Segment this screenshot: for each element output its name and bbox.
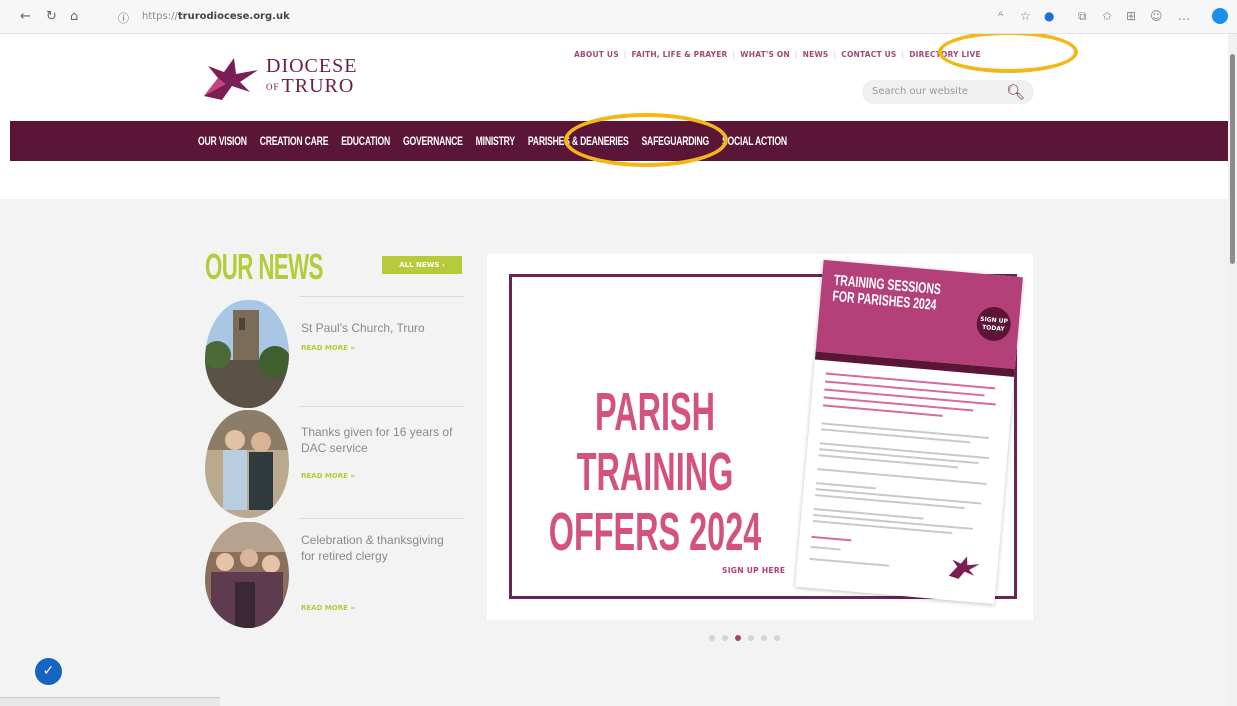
read-aloud-icon[interactable]: ᴬ [998,9,1003,23]
nav-creation-care[interactable]: CREATION CARE [260,134,329,148]
nav-social-action[interactable]: SOCIAL ACTION [722,134,787,148]
carousel-dot[interactable] [748,635,754,641]
nav-our-vision[interactable]: OUR VISION [198,134,247,148]
back-icon[interactable]: ← [20,9,31,24]
divider: | [901,50,905,59]
flyer-line [824,380,985,397]
carousel-dot-active[interactable] [735,635,741,641]
more-icon[interactable]: … [1178,9,1190,23]
flyer-line [810,545,841,551]
news-item[interactable]: Celebration & thanksgiving for retired c… [205,522,465,634]
bird-logo-icon [204,58,258,100]
all-news-label: ALL NEWS [399,261,440,269]
logo-text: DIOCESE OF TRURO [266,56,357,97]
divider: | [623,50,627,59]
divider [299,518,464,519]
top-link-whats-on[interactable]: WHAT'S ON [740,50,790,59]
flyer-header: TRAINING SESSIONS FOR PARISHES 2024 SIGN… [815,259,1023,369]
sign-up-link[interactable]: SIGN UP HERE [722,566,785,575]
favorites-bar-icon[interactable]: ✩ [1102,9,1112,23]
copilot-icon[interactable] [1212,8,1228,24]
profile-icon[interactable]: ☺ [1150,9,1163,23]
news-thumbnail[interactable] [205,300,289,408]
collections-icon[interactable]: ⊞ [1126,9,1136,23]
divider: | [732,50,736,59]
scroll-thumb[interactable] [1230,54,1235,264]
carousel-dots [709,635,787,641]
top-link-contact[interactable]: CONTACT US [841,50,896,59]
reload-icon[interactable]: ↻ [46,9,57,24]
flyer-line [824,388,996,406]
flyer-logo-icon [948,556,980,579]
logo-line-1: DIOCESE [266,55,358,77]
banner-headline: PARISH TRAINING OFFERS 2024 [517,382,793,562]
split-screen-icon[interactable]: ⧉ [1078,9,1087,24]
banner-headline-line-2: OFFERS 2024 [548,502,762,562]
status-bar [0,697,220,706]
page-scrollbar[interactable] [1228,34,1237,706]
diocese-logo[interactable]: DIOCESE OF TRURO [200,50,370,110]
carousel-dot[interactable] [709,635,715,641]
nav-governance[interactable]: GOVERNANCE [403,134,463,148]
news-headline[interactable]: St Paul's Church, Truro [301,320,471,336]
people-photo-icon [205,410,289,518]
group-photo-icon [205,522,289,628]
flyer-line [811,535,852,542]
site-info-icon[interactable]: ⓘ [118,10,129,26]
carousel-dot[interactable] [722,635,728,641]
search-icon[interactable]: 🔍︎ [1006,83,1025,101]
search-box[interactable]: Search our website 🔍︎ [862,80,1034,104]
carousel-dot[interactable] [761,635,767,641]
banner-headline-line-1: PARISH TRAINING [576,382,734,502]
extension-icon[interactable]: ● [1044,9,1054,23]
top-link-news[interactable]: NEWS [803,50,829,59]
news-thumbnail[interactable] [205,410,289,518]
divider: | [833,50,837,59]
flyer-line [825,372,996,390]
flyer-title: TRAINING SESSIONS FOR PARISHES 2024 [831,271,942,314]
favorite-icon[interactable]: ☆ [1020,9,1031,23]
top-link-about[interactable]: ABOUT US [574,50,619,59]
read-more-link[interactable]: READ MORE » [301,604,355,612]
news-item[interactable]: St Paul's Church, Truro READ MORE » [205,300,465,412]
search-input[interactable]: Search our website [872,86,968,97]
read-more-link[interactable]: READ MORE » [301,472,355,480]
browser-toolbar: ← ↻ ⌂ ⓘ https://trurodiocese.org.uk ᴬ ☆ … [0,0,1237,34]
divider [299,296,464,297]
accessibility-icon[interactable]: ✓ [35,658,62,685]
flyer-line [809,557,890,567]
news-heading: OUR NEWS [205,246,323,287]
home-icon[interactable]: ⌂ [70,9,78,24]
web-page: DIOCESE OF TRURO ABOUT US | FAITH, LIFE & … [0,34,1228,706]
news-headline[interactable]: Thanks given for 16 years of DAC service [301,424,471,456]
news-item[interactable]: Thanks given for 16 years of DAC service… [205,410,465,522]
sign-up-badge: SIGN UP TODAY [975,305,1013,343]
nav-education[interactable]: EDUCATION [341,134,390,148]
read-more-link[interactable]: READ MORE » [301,344,355,352]
address-bar[interactable]: https://trurodiocese.org.uk [142,11,290,22]
logo-line-2: TRURO [281,75,355,97]
featured-banner[interactable]: PARISH TRAINING OFFERS 2024 SIGN UP HERE… [487,254,1033,620]
nav-ministry[interactable]: MINISTRY [476,134,515,148]
logo-of: OF [266,82,280,93]
church-photo-icon [205,300,289,408]
divider [299,406,464,407]
carousel-dot[interactable] [774,635,780,641]
url-prefix: https:// [142,11,178,22]
url-host: trurodiocese.org.uk [177,11,290,22]
highlight-parishes-deaneries [564,113,728,167]
training-flyer: TRAINING SESSIONS FOR PARISHES 2024 SIGN… [795,259,1023,605]
flyer-line [817,468,987,485]
news-headline[interactable]: Celebration & thanksgiving for retired c… [301,532,461,564]
news-thumbnail[interactable] [205,522,289,628]
divider: | [794,50,798,59]
top-link-faith[interactable]: FAITH, LIFE & PRAYER [632,50,728,59]
top-links: ABOUT US | FAITH, LIFE & PRAYER | WHAT'S O… [574,50,981,59]
all-news-button[interactable]: ALL NEWS › [382,256,462,274]
